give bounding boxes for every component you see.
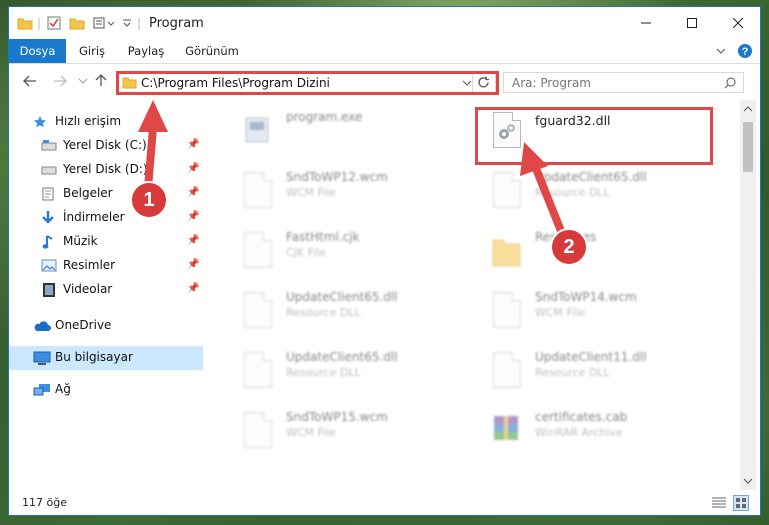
arrow-1-head — [138, 100, 168, 132]
step-badge-2: 2 — [550, 228, 588, 266]
arrow-2-head — [520, 142, 548, 176]
annotation-arrows — [138, 100, 567, 240]
arrow-2-shaft — [531, 162, 567, 240]
step-badge-1: 1 — [130, 181, 168, 219]
